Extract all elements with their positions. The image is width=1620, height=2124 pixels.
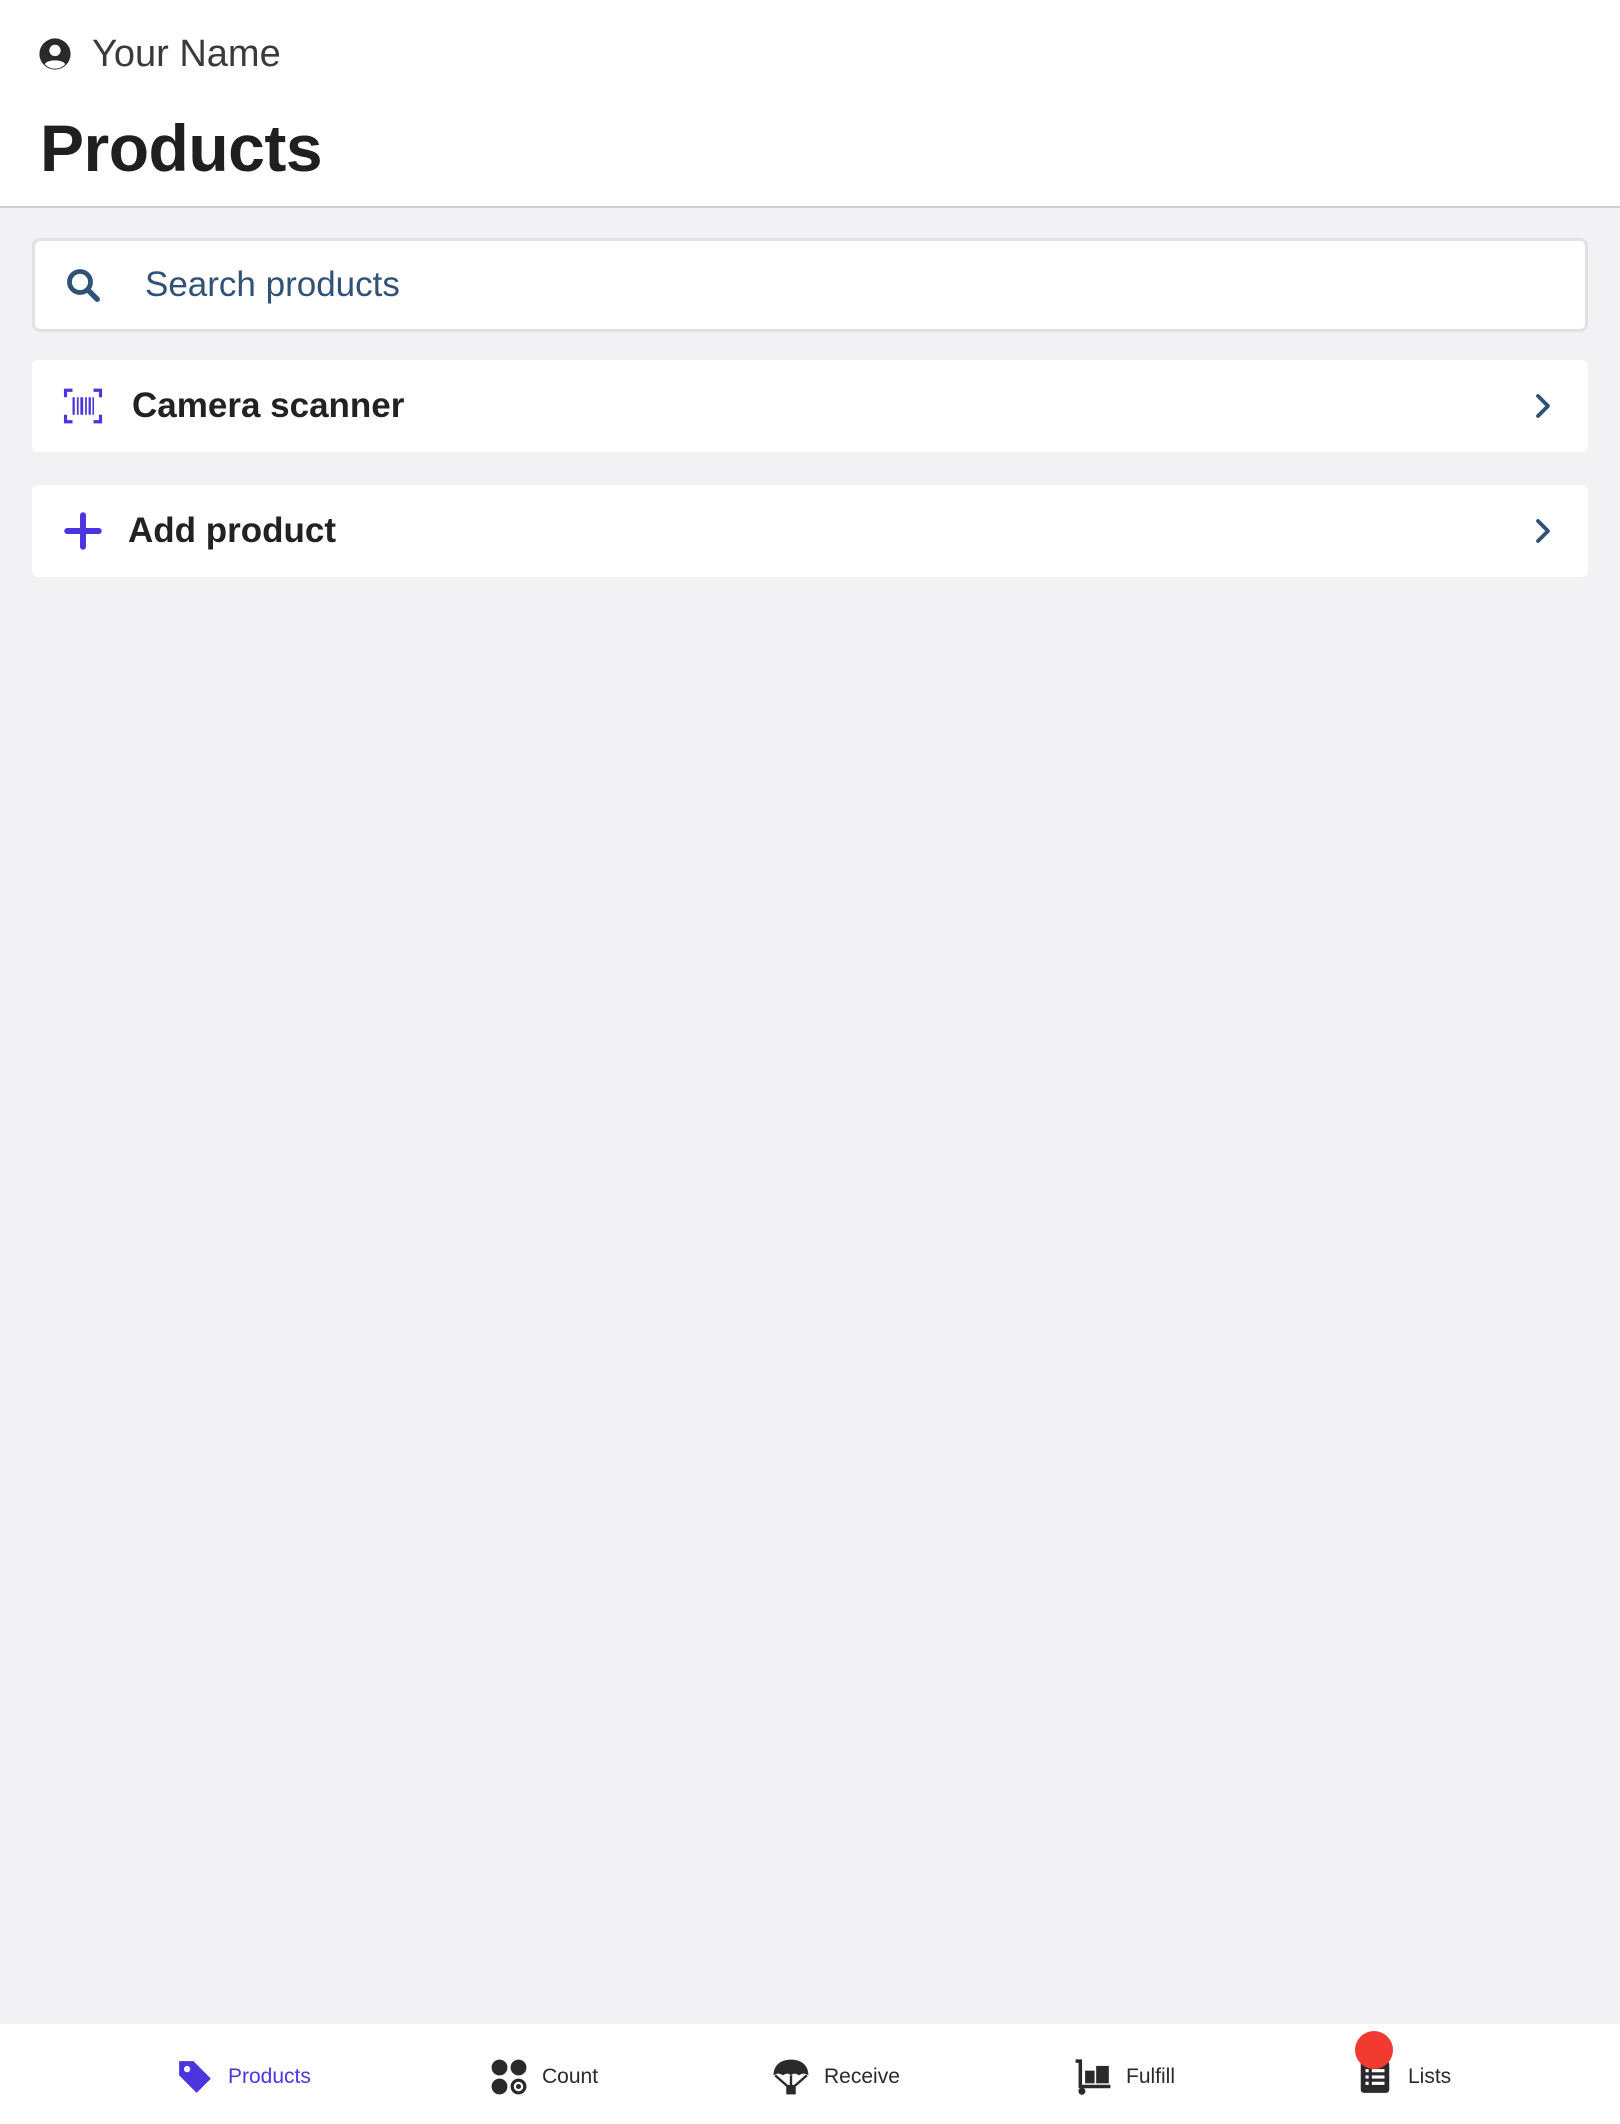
search-input[interactable] (145, 265, 1445, 305)
parachute-icon (773, 2059, 809, 2095)
tab-receive[interactable]: Receive (772, 2054, 900, 2100)
tab-products-label: Products (228, 2065, 311, 2088)
camera-scanner-row[interactable]: Camera scanner (32, 360, 1588, 452)
dolly-icon (1075, 2059, 1111, 2095)
camera-scanner-label: Camera scanner (132, 386, 405, 425)
add-product-label: Add product (128, 511, 337, 550)
header: Your Name Products (0, 0, 1620, 208)
page-title: Products (40, 111, 323, 185)
tab-fulfill-label: Fulfill (1126, 2065, 1176, 2088)
account-circle-icon (39, 38, 71, 70)
search-icon (67, 269, 100, 302)
tab-lists-label: Lists (1408, 2065, 1452, 2088)
search-bar[interactable] (32, 238, 1588, 332)
chevron-right-icon (1536, 519, 1550, 543)
tab-receive-label: Receive (824, 2065, 900, 2088)
add-product-row[interactable]: Add product (32, 485, 1588, 577)
tab-count-label: Count (542, 2065, 599, 2088)
count-icon (491, 2059, 527, 2095)
user-name: Your Name (92, 32, 281, 75)
chevron-right-icon (1536, 394, 1550, 418)
barcode-scan-icon (63, 388, 103, 424)
tab-products[interactable]: Products (176, 2054, 311, 2100)
tab-fulfill[interactable]: Fulfill (1074, 2054, 1175, 2100)
user-account[interactable]: Your Name (38, 30, 281, 78)
tab-count[interactable]: Count (490, 2054, 598, 2100)
notification-badge (1355, 2031, 1393, 2069)
tag-icon (179, 2061, 211, 2093)
plus-icon (64, 512, 102, 550)
